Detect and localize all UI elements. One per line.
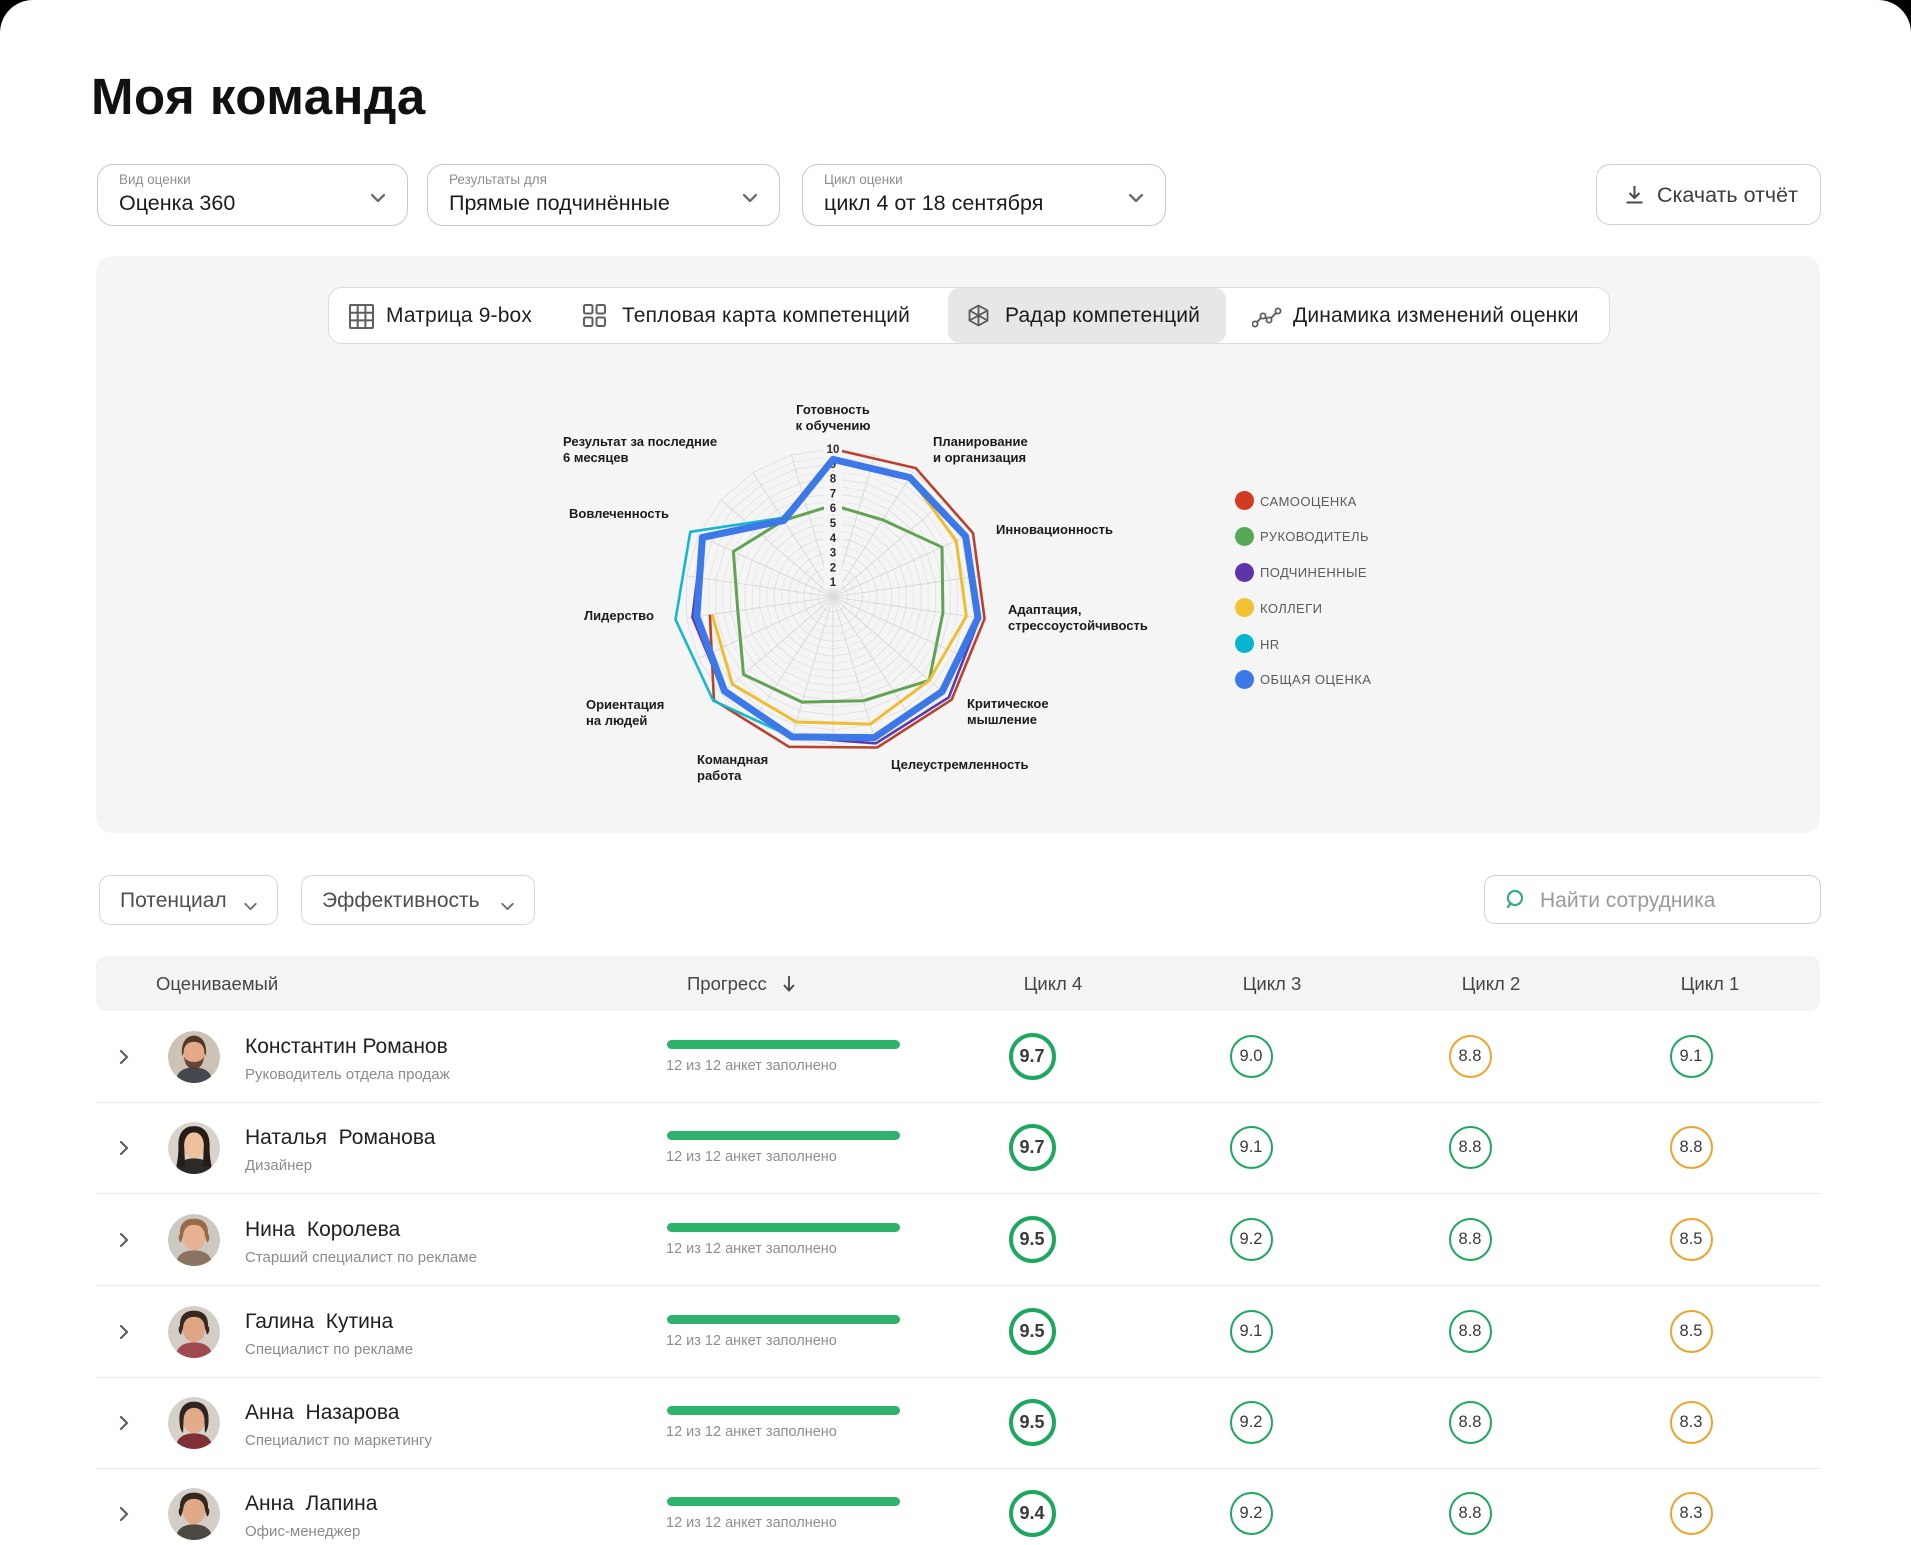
svg-text:8: 8 <box>830 474 837 486</box>
svg-text:6: 6 <box>830 503 836 515</box>
svg-text:2: 2 <box>830 562 836 574</box>
svg-text:4: 4 <box>830 533 837 545</box>
svg-text:5: 5 <box>830 518 837 530</box>
svg-text:1: 1 <box>830 577 837 589</box>
svg-text:10: 10 <box>827 444 840 456</box>
svg-text:3: 3 <box>830 548 836 560</box>
svg-text:7: 7 <box>830 488 836 500</box>
